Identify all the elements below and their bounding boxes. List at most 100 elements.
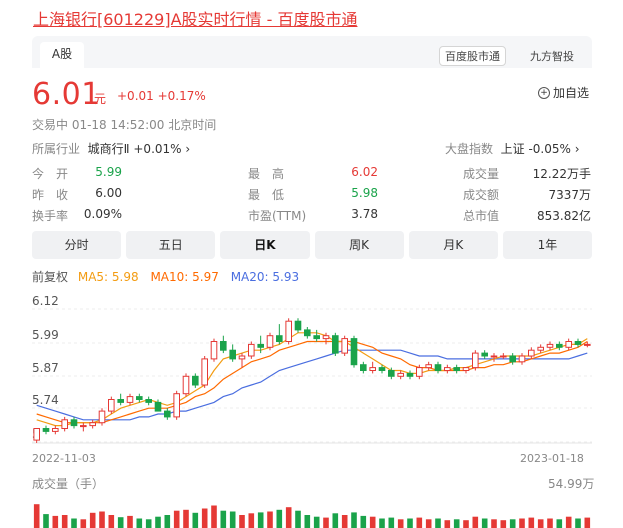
volume-bar [127,515,133,528]
volume-bar [575,518,581,528]
candle-body [98,410,106,424]
candle-body [182,375,190,395]
volume-bar [491,519,497,528]
volume-bar [528,517,535,528]
volume-bar [537,519,544,528]
y-tick-label: 5.87 [32,361,59,375]
volume-bar [360,515,367,528]
candle-body [248,343,255,357]
volume-bar [164,515,171,528]
candle-body [210,341,218,360]
volume-bar [388,517,395,528]
volume-bar [61,515,68,528]
volume-bar [229,511,236,528]
volume-bar [89,512,96,528]
volume-max: 54.99万 [548,477,595,491]
candle-body [220,341,227,351]
volume-label: 成交量（手） [32,477,105,491]
volume-bar [500,520,507,528]
candle-body [173,393,180,418]
candle-body [80,425,87,428]
candle-body [33,428,41,441]
candle-body [304,329,311,337]
candle-body [416,367,423,377]
candle-body [556,343,563,348]
volume-bar [108,515,115,528]
candle-body [192,375,199,386]
candle-body [546,343,554,348]
ma10-line [36,340,588,424]
candle-body [164,410,171,418]
x-end-date: 2023-01-18 [520,452,584,465]
volume-bar [435,518,441,528]
volume-bar [332,513,339,528]
candle-body [89,422,97,427]
volume-bar [173,510,180,528]
volume-bar [183,509,189,528]
volume-bar [425,519,432,528]
candle-body [70,419,78,427]
volume-bar [276,509,283,528]
candle-body [108,399,115,412]
candle-body [313,335,320,340]
volume-bar [444,520,451,528]
volume-bar [463,520,469,528]
candle-body [574,341,582,345]
candle-body [285,320,292,343]
volume-bar [211,505,217,528]
candle-body [518,355,526,363]
candle-body [481,352,488,357]
volume-bar [556,519,563,528]
volume-bar [136,518,143,528]
volume-bar [379,518,385,528]
volume-bar [547,518,553,528]
candle-body [537,346,545,351]
volume-bar [565,516,572,528]
volume-bar [285,507,292,528]
volume-bar [80,519,87,528]
candle-body [584,343,591,346]
y-tick-label: 6.12 [32,294,59,308]
volume-bar [71,518,77,528]
candle-body [322,335,330,340]
candle-body [509,355,516,363]
candle-body [425,364,432,369]
candle-body [369,367,376,372]
volume-bar [192,512,199,528]
candle-body [294,320,302,331]
candle-body [397,372,404,377]
candle-body [341,338,348,354]
volume-bar [43,514,49,528]
volume-bar [397,519,404,528]
candle-body [444,367,451,372]
y-tick-label: 5.99 [32,328,59,342]
candle-body [462,367,470,372]
volume-bar [239,515,245,528]
volume-bar [99,511,105,528]
kline-chart[interactable]: 6.125.995.875.745 [0,0,623,528]
candle-body [117,399,125,403]
volume-bar [52,515,59,528]
volume-bar [323,517,329,528]
volume-bar [117,517,124,528]
candle-body [360,364,367,372]
candle-body [528,349,535,357]
volume-bar [295,510,301,528]
volume-bar [481,518,488,528]
y-tick-label: 5.74 [32,393,59,407]
candle-body [201,358,208,386]
volume-bar [257,512,264,528]
volume-bar [519,518,525,528]
volume-bar [369,516,376,528]
volume-bar [584,517,591,528]
candle-body [238,355,246,360]
candle-body [52,428,59,432]
volume-bar [407,518,413,528]
candle-body [266,335,274,348]
volume-bar [351,512,357,528]
candle-body [61,419,69,429]
volume-bar [509,519,516,528]
candle-body [42,428,50,432]
volume-bar [248,513,255,528]
candle-body [472,352,479,369]
